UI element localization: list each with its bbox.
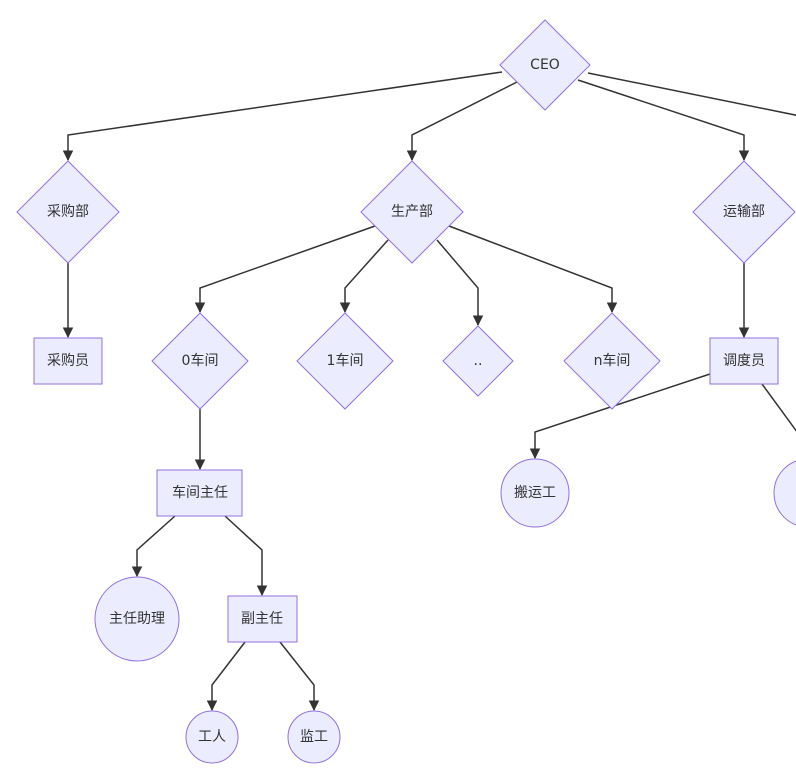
node-label: 工人 (198, 729, 226, 745)
node-label: 运输部 (723, 204, 765, 220)
edge-production-workshop1 (339, 239, 389, 314)
node-director-assistant: 主任助理 (94, 576, 180, 662)
node-label: 0车间 (182, 352, 219, 369)
node-label: .. (474, 353, 483, 369)
node-purchaser: 采购员 (33, 337, 103, 385)
node-label: 监工 (300, 729, 328, 745)
node-production-dept: 生产部 (360, 160, 464, 264)
node-ceo: CEO (499, 19, 591, 111)
node-label: 1车间 (327, 352, 364, 369)
org-chart-diagram: CEO 采购部 生产部 运输部 采购员 0车间 1车间 .. n车间 调度员 车… (16, 19, 796, 764)
edge-director-assistant (131, 515, 176, 578)
node-worker: 工人 (185, 710, 239, 764)
node-supervisor: 监工 (287, 710, 341, 764)
node-label: 搬运工 (514, 485, 556, 501)
node-porter: 搬运工 (500, 458, 570, 528)
edge-deputy-supervisor (279, 641, 320, 712)
edge-dispatcher-offscreen (761, 383, 796, 432)
node-dispatcher: 调度员 (709, 337, 779, 385)
node-label: 采购员 (47, 353, 89, 369)
node-label: CEO (530, 57, 560, 73)
node-workshop-1: 1车间 (296, 312, 394, 410)
edge-ceo-production (406, 81, 518, 162)
node-label: 生产部 (391, 204, 433, 220)
node-workshop-0: 0车间 (151, 312, 249, 410)
edge-production-workshop0 (194, 225, 376, 314)
node-transport-dept: 运输部 (692, 160, 796, 264)
edge-ceo-transport (577, 79, 750, 162)
node-label: n车间 (594, 352, 631, 369)
node-label: 采购部 (47, 204, 89, 220)
node-workshop-etc: .. (442, 325, 514, 397)
edge-ceo-purchasing (62, 71, 503, 162)
edge-production-workshopn (448, 225, 618, 314)
node-workshop-director: 车间主任 (156, 469, 243, 517)
edge-director-deputy (224, 515, 268, 597)
node-label: 车间主任 (172, 484, 228, 501)
node-offscreen-circle (773, 460, 796, 526)
node-label: 副主任 (241, 611, 283, 627)
edge-production-workshop-etc (436, 239, 484, 327)
node-label: 主任助理 (109, 611, 165, 627)
node-deputy-director: 副主任 (227, 595, 298, 643)
edge-ceo-offscreen (587, 72, 796, 116)
node-purchasing-dept: 采购部 (16, 160, 120, 264)
edge-deputy-worker (206, 641, 246, 712)
node-label: 调度员 (723, 353, 765, 369)
